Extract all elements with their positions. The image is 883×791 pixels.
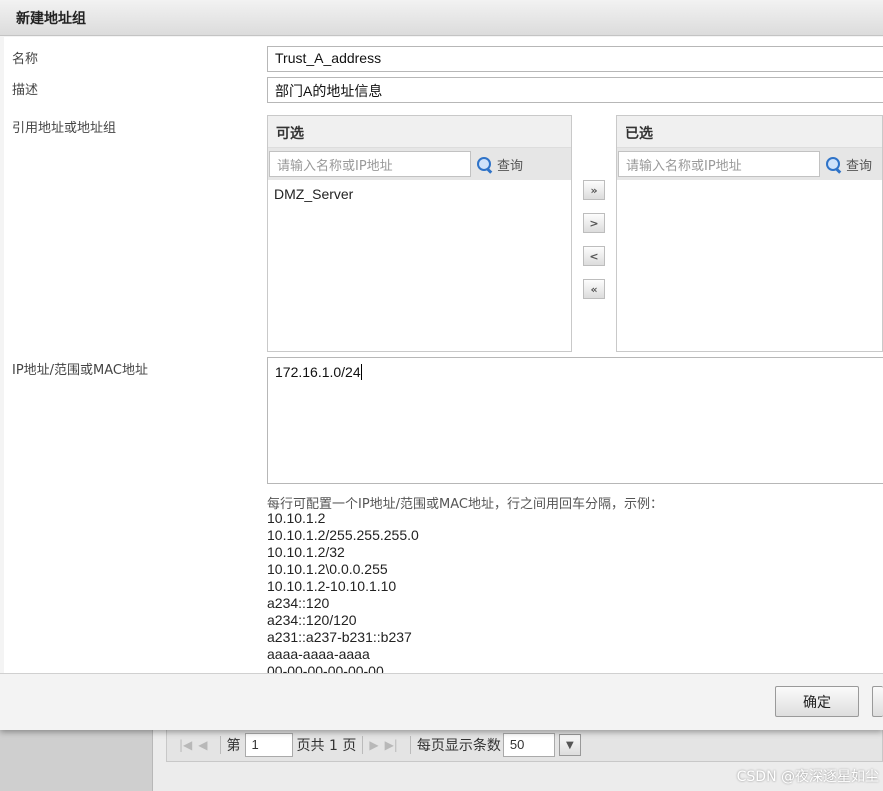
pager-separator	[219, 736, 221, 754]
prev-page-icon[interactable]: ◀	[198, 738, 207, 752]
page-prefix: 第	[226, 738, 241, 754]
available-search-label: 查询	[497, 158, 524, 174]
name-label: 名称	[12, 52, 39, 67]
description-input[interactable]: 部门A的地址信息	[267, 77, 883, 103]
available-panel: 可选 请输入名称或IP地址 查询 DMZ_Server	[267, 115, 572, 352]
example-line: 10.10.1.2-10.10.1.10	[267, 578, 397, 594]
example-line: a231::a237-b231::b237	[267, 629, 412, 645]
add-button[interactable]: >	[583, 213, 605, 233]
dialog-content: 名称 Trust_A_address 描述 部门A的地址信息 引用地址或地址组 …	[4, 37, 883, 673]
next-page-icon[interactable]: ▶	[369, 738, 378, 752]
remove-button[interactable]: <	[583, 246, 605, 266]
available-search-button[interactable]: 查询	[476, 155, 523, 174]
search-icon	[476, 156, 493, 173]
example-line: a234::120/120	[267, 612, 357, 628]
per-page-label: 每页显示条数	[416, 738, 501, 754]
dialog-title: 新建地址组	[0, 0, 883, 36]
available-header: 可选	[268, 116, 571, 148]
per-page-select[interactable]: 50	[502, 733, 555, 757]
example-line: 10.10.1.2/255.255.255.0	[267, 527, 419, 543]
ip-address-value: 172.16.1.0/24	[275, 364, 361, 380]
example-line: a234::120	[267, 595, 330, 611]
add-all-button[interactable]: »	[583, 180, 605, 200]
description-label: 描述	[12, 83, 39, 98]
available-list-item[interactable]: DMZ_Server	[268, 180, 571, 208]
selected-search-label: 查询	[846, 158, 873, 174]
search-icon	[825, 156, 842, 173]
ip-examples: 10.10.1.2 10.10.1.2/255.255.255.0 10.10.…	[267, 510, 419, 673]
example-line: 10.10.1.2\0.0.0.255	[267, 561, 388, 577]
first-page-icon[interactable]: |◀	[179, 738, 192, 752]
pagination-bar: |◀ ◀ 第 1 页共 1 页 ▶ ▶| 每页显示条数 50 ▼	[166, 728, 883, 762]
last-page-icon[interactable]: ▶|	[385, 738, 398, 752]
cancel-button[interactable]	[872, 686, 883, 717]
remove-all-button[interactable]: «	[583, 279, 605, 299]
reference-label: 引用地址或地址组	[12, 121, 117, 136]
example-line: aaaa-aaaa-aaaa	[267, 646, 370, 662]
page-suffix: 页共 1 页	[296, 738, 357, 754]
selected-panel: 已选 请输入名称或IP地址 查询	[616, 115, 883, 352]
selected-search-row: 请输入名称或IP地址 查询	[617, 148, 882, 180]
available-search-row: 请输入名称或IP地址 查询	[268, 148, 571, 180]
example-line: 00-00-00-00-00-00	[267, 663, 384, 673]
new-address-group-dialog: 新建地址组 名称 Trust_A_address 描述 部门A的地址信息 引用地…	[0, 0, 883, 730]
selected-search-button[interactable]: 查询	[825, 155, 872, 174]
example-line: 10.10.1.2/32	[267, 544, 345, 560]
text-caret	[360, 364, 362, 380]
watermark: CSDN @夜深逐星如尘	[736, 769, 879, 785]
pager-separator	[409, 736, 411, 754]
page-number-input[interactable]: 1	[244, 733, 293, 757]
ip-label: IP地址/范围或MAC地址	[12, 363, 149, 378]
ok-button[interactable]: 确定	[775, 686, 859, 717]
ip-address-textarea[interactable]: 172.16.1.0/24	[267, 357, 883, 484]
selected-search-input[interactable]: 请输入名称或IP地址	[618, 151, 820, 177]
available-search-input[interactable]: 请输入名称或IP地址	[269, 151, 471, 177]
selected-header: 已选	[617, 116, 882, 148]
chevron-down-icon[interactable]: ▼	[558, 734, 581, 756]
dialog-footer: 确定	[0, 673, 883, 730]
name-input[interactable]: Trust_A_address	[267, 46, 883, 72]
example-line: 10.10.1.2	[267, 510, 326, 526]
pager-separator	[362, 736, 364, 754]
